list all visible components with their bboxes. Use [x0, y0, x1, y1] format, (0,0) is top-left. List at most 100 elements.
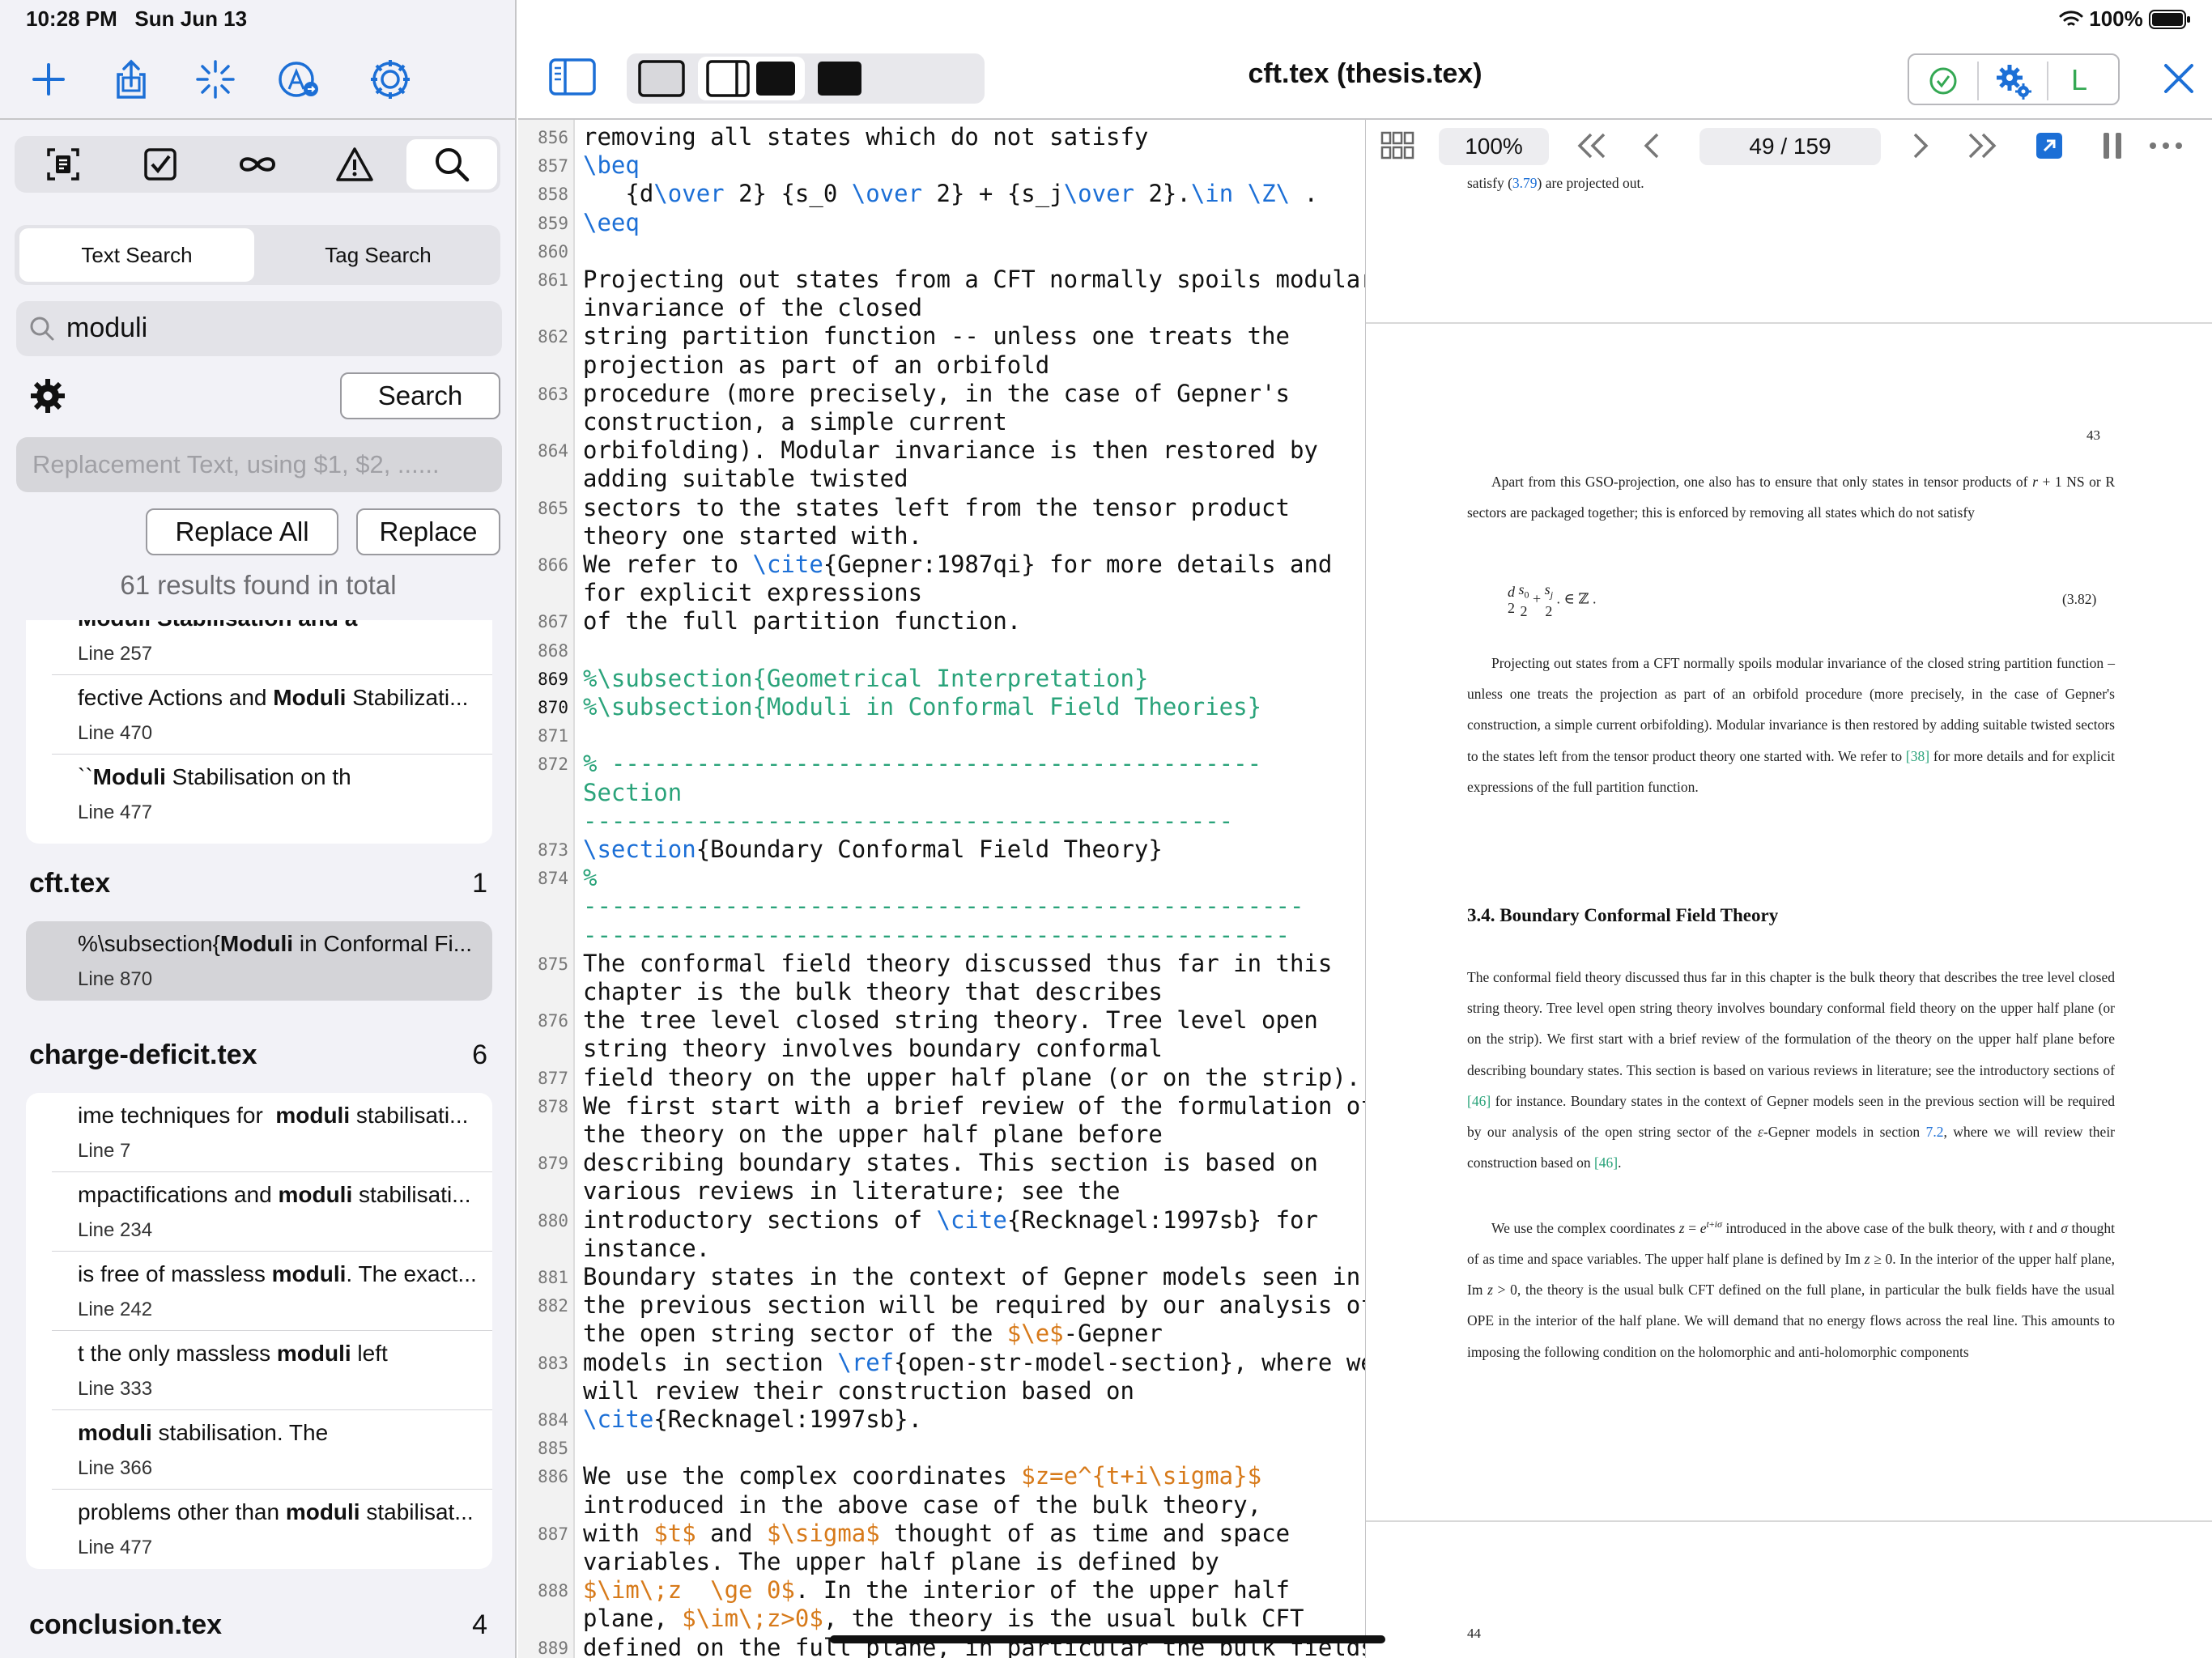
- code-line[interactable]: describing boundary states. This section…: [583, 1149, 1318, 1176]
- source-editor[interactable]: 856 857 858 859 860 861 862 863 864 865 866 867 868 8…: [518, 120, 1365, 1658]
- code-line[interactable]: string theory involves boundary conforma…: [583, 1035, 1163, 1062]
- code-line[interactable]: models in section \ref{open-str-model-se…: [583, 1349, 1365, 1376]
- code-line[interactable]: orbifolding). Modular invariance is then…: [583, 436, 1318, 464]
- code-line[interactable]: construction, a simple current: [583, 408, 1007, 436]
- code-line[interactable]: string partition function -- unless one …: [583, 322, 1290, 350]
- code-line[interactable]: \section{Boundary Conformal Field Theory…: [583, 835, 1163, 863]
- group-title[interactable]: charge-deficit.tex: [29, 1039, 257, 1071]
- code-line[interactable]: adding suitable twisted: [583, 465, 908, 492]
- search-button[interactable]: Search: [340, 372, 500, 419]
- infinity-icon: [239, 157, 276, 172]
- code-line[interactable]: the theory on the upper half plane befor…: [583, 1120, 1163, 1148]
- replace-button[interactable]: Replace: [356, 508, 500, 555]
- previous-page-icon[interactable]: [1641, 131, 1662, 160]
- list-item[interactable]: Moduli Stabilisation and a Line 257: [52, 620, 492, 675]
- replace-all-button[interactable]: Replace All: [146, 508, 338, 555]
- sparkle-icon[interactable]: [193, 57, 238, 102]
- code-line[interactable]: We first start with a brief review of th…: [583, 1092, 1365, 1120]
- code-line[interactable]: Boundary states in the context of Gepner…: [583, 1263, 1360, 1290]
- code-line[interactable]: ----------------------------------------…: [583, 921, 1290, 949]
- code-line[interactable]: introduced in the above case of the bulk…: [583, 1491, 1261, 1519]
- code-line[interactable]: sectors to the states left from the tens…: [583, 494, 1290, 521]
- code-line[interactable]: \beq: [583, 151, 640, 179]
- tab-tag-search[interactable]: Tag Search: [261, 228, 496, 282]
- code-line[interactable]: ----------------------------------------…: [583, 807, 1233, 835]
- font-settings-icon[interactable]: [277, 57, 322, 102]
- list-item[interactable]: moduli stabilisation. The Line 366: [52, 1410, 492, 1490]
- code-line[interactable]: introductory sections of \cite{Recknagel…: [583, 1206, 1318, 1234]
- code-line[interactable]: {d\over 2} {s_0 \over 2} + {s_j\over 2}.…: [583, 180, 1318, 207]
- code-line[interactable]: various reviews in literature; see the: [583, 1177, 1120, 1205]
- code-line[interactable]: \cite{Recknagel:1997sb}.: [583, 1405, 922, 1433]
- sync-position-icon[interactable]: [2035, 131, 2064, 160]
- code-line[interactable]: with $t$ and $\sigma$ thought of as time…: [583, 1520, 1290, 1547]
- code-line[interactable]: % --------------------------------------…: [583, 750, 1261, 777]
- list-item[interactable]: fective Actions and Moduli Stabilizati..…: [52, 675, 492, 755]
- thumbnails-grid-icon[interactable]: [1380, 131, 1414, 160]
- issues-mode-button[interactable]: [306, 139, 403, 189]
- code-line[interactable]: plane, $\im\;z>0$, the theory is the usu…: [583, 1605, 1304, 1632]
- code-line[interactable]: Section: [583, 779, 682, 806]
- close-icon[interactable]: [2162, 62, 2196, 96]
- code-line[interactable]: the tree level closed string theory. Tre…: [583, 1006, 1318, 1034]
- code-line[interactable]: The conformal field theory discussed thu…: [583, 950, 1332, 977]
- code-token: will review their construction based on: [583, 1376, 1134, 1405]
- code-line[interactable]: variables. The upper half plane is defin…: [583, 1548, 1219, 1575]
- code-line[interactable]: the previous section will be required by…: [583, 1291, 1365, 1319]
- settings-gear-icon[interactable]: [368, 57, 413, 102]
- last-page-icon[interactable]: [1963, 131, 1999, 160]
- code-line[interactable]: procedure (more precisely, in the case o…: [583, 380, 1290, 407]
- next-page-icon[interactable]: [1910, 131, 1931, 160]
- code-line[interactable]: %\subsection{Geometrical Interpretation}: [583, 665, 1148, 692]
- compile-settings-icon[interactable]: [1993, 62, 2034, 102]
- list-item[interactable]: t the only massless moduli left Line 333: [52, 1331, 492, 1410]
- code-line[interactable]: field theory on the upper half plane (or…: [583, 1064, 1360, 1091]
- more-options-icon[interactable]: [2148, 141, 2184, 151]
- code-line[interactable]: chapter is the bulk theory that describe…: [583, 978, 1163, 1005]
- pdf-preview[interactable]: 100% 49 / 159 satisfy (3.79) are project…: [1366, 120, 2212, 1658]
- code-line[interactable]: Projecting out states from a CFT normall…: [583, 266, 1365, 293]
- search-options-gear-icon[interactable]: [29, 377, 66, 414]
- code-line[interactable]: for explicit expressions: [583, 579, 922, 606]
- todo-mode-button[interactable]: [112, 139, 209, 189]
- code-line[interactable]: removing all states which do not satisfy: [583, 123, 1148, 151]
- compiler-letter-button[interactable]: L: [2071, 63, 2087, 97]
- code-line[interactable]: We refer to \cite{Gepner:1987qi} for mor…: [583, 551, 1332, 578]
- tab-text-search[interactable]: Text Search: [19, 228, 254, 282]
- zoom-level[interactable]: 100%: [1439, 128, 1549, 165]
- replace-input[interactable]: Replacement Text, using $1, $2, ......: [16, 437, 502, 492]
- group-title[interactable]: conclusion.tex: [29, 1609, 222, 1641]
- code-line[interactable]: %: [583, 864, 597, 891]
- list-item[interactable]: ``Moduli Stabilisation on th Line 477: [52, 755, 492, 834]
- group-title[interactable]: cft.tex: [29, 868, 110, 899]
- code-line[interactable]: the open string sector of the $\e$-Gepne…: [583, 1320, 1163, 1347]
- code-line[interactable]: ----------------------------------------…: [583, 892, 1304, 920]
- pause-icon[interactable]: [2101, 131, 2124, 160]
- code-line[interactable]: theory one started with.: [583, 522, 922, 550]
- code-line[interactable]: \eeq: [583, 209, 640, 236]
- code-line[interactable]: instance.: [583, 1235, 710, 1262]
- outline-mode-button[interactable]: [15, 139, 112, 189]
- code-line[interactable]: invariance of the closed: [583, 294, 922, 321]
- list-item[interactable]: mpactifications and moduli stabilisati..…: [52, 1172, 492, 1252]
- code-line[interactable]: We use the complex coordinates $z=e^{t+i…: [583, 1462, 1261, 1490]
- code-line[interactable]: projection as part of an orbifold: [583, 351, 1049, 379]
- list-item[interactable]: problems other than moduli stabilisat...…: [52, 1490, 492, 1569]
- home-indicator[interactable]: [830, 1635, 1385, 1643]
- code-area[interactable]: removing all states which do not satisfy…: [518, 120, 1365, 1658]
- list-item[interactable]: ime techniques for moduli stabilisati...…: [52, 1093, 492, 1172]
- code-line[interactable]: will review their construction based on: [583, 1377, 1134, 1405]
- list-item-selected[interactable]: %\subsection{Moduli in Conformal Fi... L…: [52, 921, 492, 1001]
- first-page-icon[interactable]: [1575, 131, 1610, 160]
- page-indicator[interactable]: 49 / 159: [1699, 128, 1881, 165]
- share-icon[interactable]: [108, 57, 154, 102]
- code-line[interactable]: $\im\;z \ge 0$. In the interior of the u…: [583, 1576, 1290, 1604]
- add-icon[interactable]: [26, 57, 71, 102]
- list-item[interactable]: is free of massless moduli. The exact...…: [52, 1252, 492, 1331]
- references-mode-button[interactable]: [209, 139, 306, 189]
- code-line[interactable]: of the full partition function.: [583, 607, 1021, 635]
- search-input[interactable]: moduli: [16, 301, 502, 356]
- search-mode-button[interactable]: [406, 139, 497, 189]
- code-line[interactable]: %\subsection{Moduli in Conformal Field T…: [583, 693, 1261, 721]
- compile-success-icon[interactable]: [1929, 66, 1958, 96]
